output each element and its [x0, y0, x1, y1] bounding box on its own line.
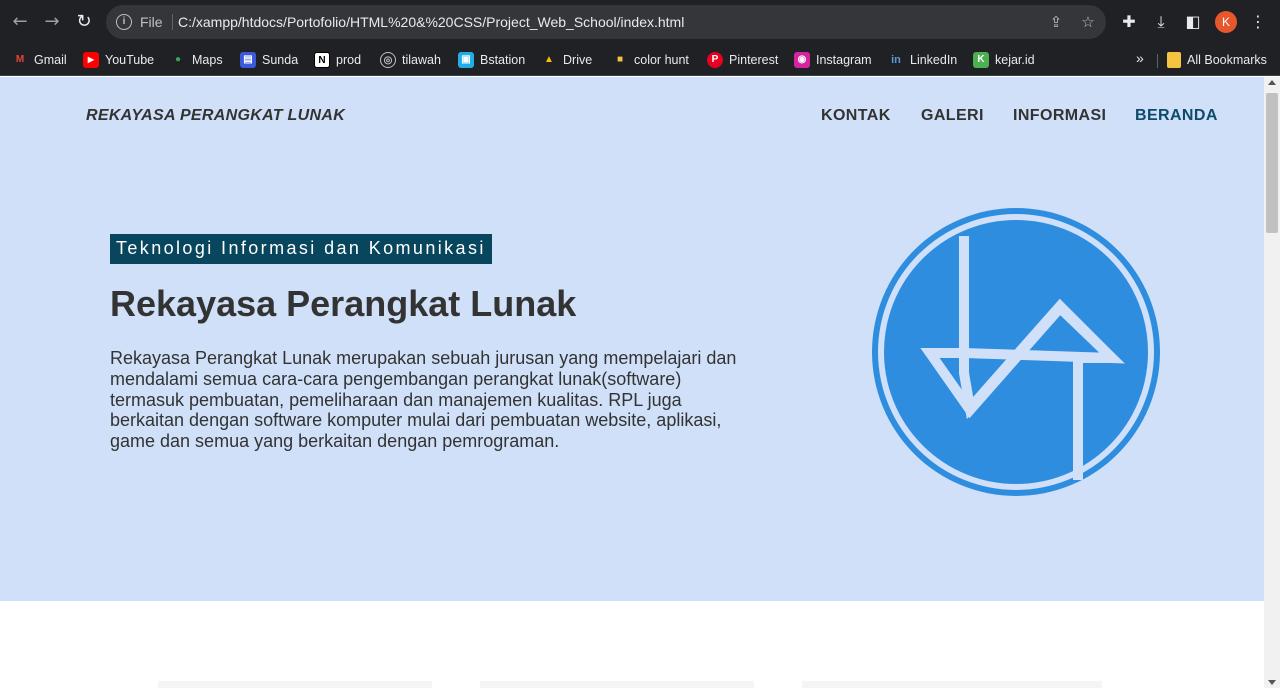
- page-scrollbar[interactable]: [1264, 77, 1280, 688]
- scroll-thumb[interactable]: [1266, 93, 1278, 233]
- card-preview: [158, 681, 432, 688]
- nav-beranda[interactable]: BERANDA: [1135, 107, 1218, 125]
- bookmark-label: Maps: [192, 53, 223, 67]
- bookmark-maps[interactable]: ● Maps: [170, 50, 223, 70]
- hero-section: REKAYASA PERANGKAT LUNAK KONTAK GALERI I…: [0, 77, 1264, 601]
- bookmark-prod[interactable]: N prod: [314, 50, 361, 70]
- pinterest-icon: P: [707, 52, 723, 68]
- kejar-icon: K: [973, 52, 989, 68]
- bookmark-label: LinkedIn: [910, 53, 958, 67]
- file-label: File: [140, 14, 163, 30]
- bookmarks-separator: [1157, 54, 1158, 68]
- forward-button[interactable]: →: [40, 10, 64, 34]
- folder-icon: [1167, 52, 1181, 68]
- url-text[interactable]: C:/xampp/htdocs/Portofolio/HTML%20&%20CS…: [178, 14, 684, 30]
- maps-icon: ●: [174, 54, 182, 65]
- tilawah-icon: ◎: [380, 52, 396, 68]
- bookmark-pinterest[interactable]: P Pinterest: [707, 50, 778, 70]
- scroll-down-icon[interactable]: [1268, 680, 1276, 685]
- bookmark-label: Bstation: [480, 53, 526, 67]
- linkedin-icon: in: [891, 54, 901, 66]
- reload-button[interactable]: ↻: [72, 10, 96, 34]
- info-icon[interactable]: i: [116, 14, 132, 30]
- bookmark-label: Pinterest: [729, 53, 779, 67]
- nav-informasi[interactable]: INFORMASI: [1013, 107, 1106, 125]
- bookmark-bstation[interactable]: ▣ Bstation: [458, 50, 525, 70]
- bookmark-label: YouTube: [105, 53, 155, 67]
- gmail-icon: M: [15, 54, 25, 65]
- side-panel-icon[interactable]: ◧: [1182, 11, 1204, 33]
- bookmark-label: prod: [336, 53, 362, 67]
- hero-description: Rekayasa Perangkat Lunak merupakan sebua…: [110, 348, 737, 452]
- bookmark-label: tilawah: [402, 53, 441, 67]
- sunda-icon: ▤: [240, 52, 256, 68]
- nav-galeri[interactable]: GALERI: [921, 107, 984, 125]
- bookmark-kejar[interactable]: K kejar.id: [973, 50, 1035, 70]
- bookmark-label: Instagram: [816, 53, 872, 67]
- drive-icon: ▲: [544, 54, 554, 65]
- avatar[interactable]: K: [1215, 11, 1237, 33]
- hero-tag: Teknologi Informasi dan Komunikasi: [110, 234, 492, 264]
- bookmark-label: Sunda: [262, 53, 299, 67]
- download-icon[interactable]: ⤓: [1150, 11, 1172, 33]
- scroll-up-icon[interactable]: [1268, 80, 1276, 85]
- colorhunt-icon: ■: [616, 54, 624, 65]
- bookmark-label: Gmail: [34, 53, 67, 67]
- site-brand[interactable]: REKAYASA PERANGKAT LUNAK: [86, 107, 345, 125]
- bookmarks-bar: M Gmail ▶ YouTube ● Maps ▤ Sunda N prod …: [0, 44, 1280, 76]
- bookmark-linkedin[interactable]: in LinkedIn: [888, 50, 957, 70]
- notion-icon: N: [314, 52, 330, 68]
- menu-icon[interactable]: ⋮: [1247, 11, 1269, 33]
- extensions-icon[interactable]: ✚: [1118, 11, 1140, 33]
- bookmark-label: color hunt: [634, 53, 689, 67]
- all-bookmarks-button[interactable]: All Bookmarks: [1167, 50, 1267, 70]
- hero-title: Rekayasa Perangkat Lunak: [110, 283, 577, 324]
- back-button[interactable]: ←: [8, 10, 32, 34]
- card-preview: [480, 681, 754, 688]
- browser-toolbar: ← → ↻ i File C:/xampp/htdocs/Portofolio/…: [0, 0, 1280, 44]
- bookmark-label: kejar.id: [995, 53, 1035, 67]
- bookmark-instagram[interactable]: ◉ Instagram: [794, 50, 872, 70]
- all-bookmarks-label: All Bookmarks: [1187, 53, 1267, 67]
- more-bookmarks-button[interactable]: »: [1136, 50, 1144, 66]
- bookmark-youtube[interactable]: ▶ YouTube: [83, 50, 154, 70]
- rpl-logo-icon: [872, 208, 1160, 496]
- bookmark-sunda[interactable]: ▤ Sunda: [240, 50, 298, 70]
- youtube-icon: ▶: [83, 52, 99, 68]
- nav-kontak[interactable]: KONTAK: [821, 107, 891, 125]
- bookmark-label: Drive: [563, 53, 593, 67]
- bstation-icon: ▣: [458, 52, 474, 68]
- web-page: REKAYASA PERANGKAT LUNAK KONTAK GALERI I…: [0, 77, 1264, 688]
- star-icon[interactable]: ☆: [1078, 12, 1098, 32]
- share-icon[interactable]: ⇪: [1046, 12, 1066, 32]
- bookmark-color-hunt[interactable]: ■ color hunt: [612, 50, 689, 70]
- bookmark-gmail[interactable]: M Gmail: [12, 50, 67, 70]
- address-bar[interactable]: i File C:/xampp/htdocs/Portofolio/HTML%2…: [106, 5, 1106, 39]
- bookmark-tilawah[interactable]: ◎ tilawah: [380, 50, 441, 70]
- address-separator: [172, 14, 173, 30]
- card-preview: [802, 681, 1102, 688]
- bookmark-drive[interactable]: ▲ Drive: [541, 50, 592, 70]
- instagram-icon: ◉: [794, 52, 810, 68]
